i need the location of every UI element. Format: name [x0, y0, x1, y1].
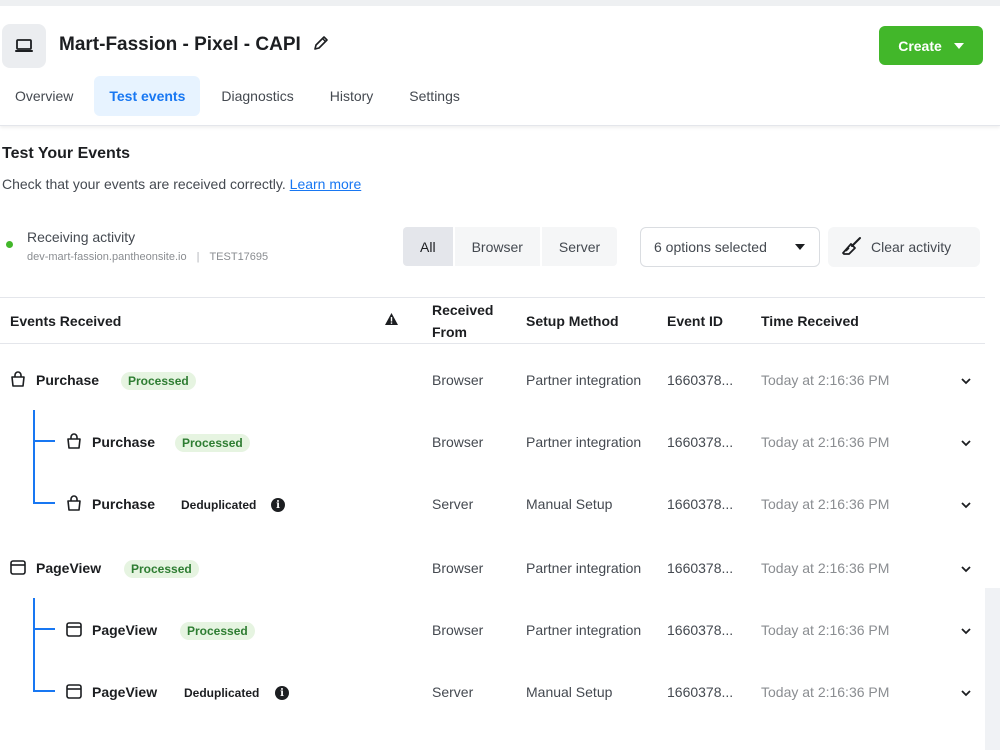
received-from: Browser [432, 622, 484, 638]
received-from: Server [432, 496, 474, 512]
section-title: Test Your Events [2, 145, 131, 162]
shopping-bag-icon [65, 432, 83, 450]
browser-window-icon [65, 682, 83, 700]
separator: | [196, 251, 200, 263]
chevron-down-icon[interactable] [960, 374, 972, 386]
info-icon[interactable]: i [271, 498, 285, 512]
table-row[interactable]: PageView Processed Browser Partner integ… [0, 536, 985, 598]
table-row[interactable]: PageView Deduplicated i Server Manual Se… [0, 660, 985, 722]
options-dropdown-label: 6 options selected [654, 239, 767, 255]
events-table-header: Events Received Received From Setup Meth… [0, 297, 985, 344]
event-id: 1660378... [667, 684, 734, 700]
laptop-icon [2, 24, 46, 68]
setup-method: Partner integration [526, 372, 642, 388]
event-name: PageView [92, 622, 158, 638]
caret-down-icon [953, 42, 964, 49]
options-dropdown[interactable]: 6 options selected [640, 227, 820, 267]
source-filter: All Browser Server [403, 227, 618, 266]
time-received: Today at 2:16:36 PM [761, 684, 890, 700]
table-row[interactable]: Purchase Processed Browser Partner integ… [0, 410, 985, 472]
event-id: 1660378... [667, 622, 734, 638]
event-id: 1660378... [667, 434, 734, 450]
caret-down-icon [795, 244, 805, 250]
status-badge: Deduplicated [184, 686, 260, 700]
broom-icon [841, 236, 863, 259]
setup-method: Partner integration [526, 434, 642, 450]
event-id: 1660378... [667, 560, 734, 576]
setup-method: Partner integration [526, 622, 642, 638]
status-badge: Processed [121, 372, 196, 390]
warning-icon [384, 312, 399, 326]
scrollbar[interactable] [985, 588, 1000, 750]
event-name: Purchase [36, 372, 100, 388]
tab-history[interactable]: History [315, 76, 389, 116]
event-id: 1660378... [667, 496, 734, 512]
time-received: Today at 2:16:36 PM [761, 496, 890, 512]
page-title: Mart-Fassion - Pixel - CAPI [59, 34, 301, 55]
learn-more-link[interactable]: Learn more [290, 176, 362, 192]
time-received: Today at 2:16:36 PM [761, 622, 890, 638]
received-from: Server [432, 684, 474, 700]
shopping-bag-icon [9, 370, 27, 388]
table-row[interactable]: Purchase Deduplicated i Server Manual Se… [0, 472, 985, 534]
tab-diagnostics[interactable]: Diagnostics [206, 76, 308, 116]
section-description: Check that your events are received corr… [2, 176, 361, 192]
event-name: PageView [36, 560, 102, 576]
filter-server[interactable]: Server [541, 227, 618, 266]
time-received: Today at 2:16:36 PM [761, 560, 890, 576]
activity-details: dev-mart-fassion.pantheonsite.io | TEST176… [27, 251, 268, 263]
time-received: Today at 2:16:36 PM [761, 434, 890, 450]
received-from: Browser [432, 372, 484, 388]
col-time-received: Time Received [761, 313, 859, 329]
received-from: Browser [432, 560, 484, 576]
status-badge: Processed [175, 434, 250, 452]
col-setup-method: Setup Method [526, 313, 619, 329]
event-name: PageView [92, 684, 158, 700]
setup-method: Manual Setup [526, 496, 613, 512]
tab-overview[interactable]: Overview [0, 76, 88, 116]
chevron-down-icon[interactable] [960, 436, 972, 448]
col-received-from-line1: Received [432, 302, 494, 318]
activity-status: Receiving activity [27, 229, 136, 245]
status-badge: Deduplicated [181, 498, 257, 512]
clear-activity-label: Clear activity [871, 239, 952, 255]
browser-window-icon [65, 620, 83, 638]
filter-browser[interactable]: Browser [454, 227, 540, 266]
status-badge: Processed [180, 622, 255, 640]
clear-activity-button[interactable]: Clear activity [828, 227, 980, 267]
tab-settings[interactable]: Settings [394, 76, 475, 116]
tab-test-events[interactable]: Test events [94, 76, 201, 116]
col-received-from-line2: From [432, 324, 467, 340]
col-events-received: Events Received [10, 313, 122, 329]
setup-method: Manual Setup [526, 684, 613, 700]
site-url: dev-mart-fassion.pantheonsite.io [27, 251, 187, 263]
pencil-icon[interactable] [311, 33, 331, 53]
chevron-down-icon[interactable] [960, 686, 972, 698]
create-button-label: Create [898, 37, 942, 54]
event-name: Purchase [92, 496, 156, 512]
test-code: TEST17695 [209, 251, 269, 263]
browser-window-icon [9, 558, 27, 576]
filter-all[interactable]: All [403, 227, 453, 266]
table-row[interactable]: PageView Processed Browser Partner integ… [0, 598, 985, 660]
info-icon[interactable]: i [275, 686, 289, 700]
chevron-down-icon[interactable] [960, 498, 972, 510]
shopping-bag-icon [65, 494, 83, 512]
chevron-down-icon[interactable] [960, 624, 972, 636]
setup-method: Partner integration [526, 560, 642, 576]
page-header: Mart-Fassion - Pixel - CAPI Create Overv… [0, 6, 1000, 126]
chevron-down-icon[interactable] [960, 562, 972, 574]
event-id: 1660378... [667, 372, 734, 388]
col-event-id: Event ID [667, 313, 724, 329]
tab-bar: Overview Test events Diagnostics History… [0, 76, 481, 116]
create-button[interactable]: Create [879, 26, 983, 65]
section-description-text: Check that your events are received corr… [2, 176, 286, 192]
time-received: Today at 2:16:36 PM [761, 372, 890, 388]
event-name: Purchase [92, 434, 156, 450]
received-from: Browser [432, 434, 484, 450]
status-badge: Processed [124, 560, 199, 578]
status-dot [6, 241, 13, 248]
table-row[interactable]: Purchase Processed Browser Partner integ… [0, 348, 985, 410]
